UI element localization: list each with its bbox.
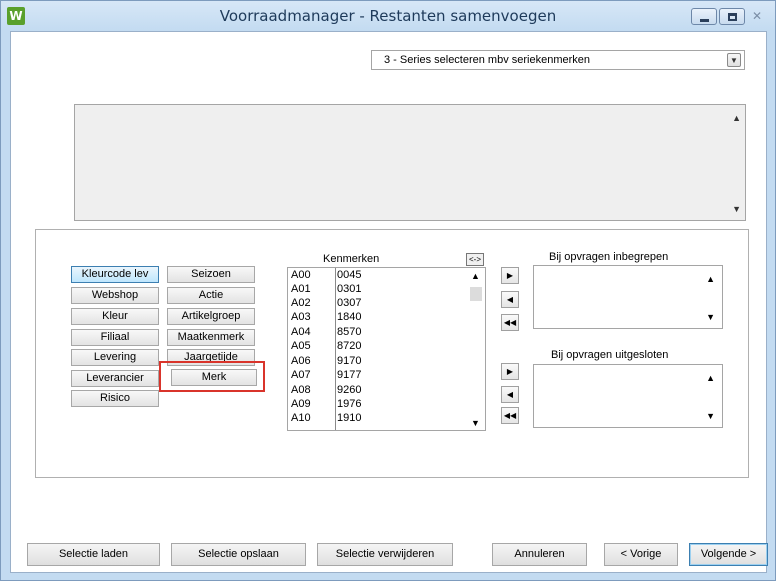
filiaal-button[interactable]: Filiaal (71, 329, 159, 346)
remove-exclude-button[interactable]: ◀ (501, 386, 519, 403)
leverancier-button[interactable]: Leverancier (71, 370, 159, 387)
list-scrollbar[interactable]: ▲ ▼ (468, 268, 485, 430)
remove-all-include-button[interactable]: ◀◀ (501, 314, 519, 331)
main-window: W Voorraadmanager - Restanten samenvoege… (0, 0, 776, 581)
included-title: Bij opvragen inbegrepen (549, 251, 669, 263)
previous-button[interactable]: < Vorige (604, 543, 678, 566)
kleurcode-lev-button[interactable]: Kleurcode lev (71, 266, 159, 283)
arrow-right-icon: ▶ (506, 271, 514, 280)
add-include-button[interactable]: ▶ (501, 267, 519, 284)
actie-button[interactable]: Actie (167, 287, 255, 304)
excluded-title: Bij opvragen uitgesloten (551, 349, 669, 361)
scroll-down-icon[interactable]: ▼ (471, 418, 480, 428)
excluded-list[interactable]: ▲ ▼ (533, 364, 723, 428)
double-arrow-left-icon: ◀◀ (503, 411, 517, 420)
remove-all-exclude-button[interactable]: ◀◀ (501, 407, 519, 424)
next-button[interactable]: Volgende > (689, 543, 768, 566)
chevron-down-icon[interactable]: ▼ (727, 53, 741, 67)
kenmerken-title: Kenmerken (323, 253, 380, 265)
load-selection-button[interactable]: Selectie laden (27, 543, 160, 566)
maximize-icon (728, 13, 737, 21)
artikelgroep-button[interactable]: Artikelgroep (167, 308, 255, 325)
maatkenmerk-button[interactable]: Maatkenmerk (167, 329, 255, 346)
scroll-up-icon[interactable]: ▲ (706, 373, 715, 383)
column-divider (335, 268, 336, 430)
remove-include-button[interactable]: ◀ (501, 291, 519, 308)
scroll-down-icon[interactable]: ▼ (732, 204, 741, 214)
arrow-left-icon: ◀ (506, 295, 514, 304)
close-button[interactable]: ✕ (747, 8, 767, 25)
included-list[interactable]: ▲ ▼ (533, 265, 723, 329)
cancel-button[interactable]: Annuleren (492, 543, 587, 566)
series-select-value: 3 - Series selecteren mbv seriekenmerken (384, 54, 591, 66)
highlight-box (159, 361, 265, 392)
levering-button[interactable]: Levering (71, 349, 159, 366)
kenmerken-list[interactable]: A00 0045 A01 0301 A02 0307 A03 1840 A04 8570 … (287, 267, 486, 431)
arrow-right-icon: ▶ (506, 367, 514, 376)
kleur-button[interactable]: Kleur (71, 308, 159, 325)
minimize-icon (700, 19, 709, 22)
seizoen-button[interactable]: Seizoen (167, 266, 255, 283)
title-bar[interactable]: W Voorraadmanager - Restanten samenvoege… (1, 1, 775, 31)
scroll-down-icon[interactable]: ▼ (706, 312, 715, 322)
scroll-up-icon[interactable]: ▲ (732, 113, 741, 123)
scroll-up-icon[interactable]: ▲ (706, 274, 715, 284)
close-icon: ✕ (751, 9, 763, 23)
scroll-thumb[interactable] (470, 287, 482, 301)
webshop-button[interactable]: Webshop (71, 287, 159, 304)
description-box[interactable]: ▲ ▼ (74, 104, 746, 221)
swap-columns-button[interactable]: <-> (466, 253, 484, 266)
risico-button[interactable]: Risico (71, 390, 159, 407)
scroll-up-icon[interactable]: ▲ (471, 271, 480, 281)
minimize-button[interactable] (691, 8, 717, 25)
add-exclude-button[interactable]: ▶ (501, 363, 519, 380)
series-select[interactable]: 3 - Series selecteren mbv seriekenmerken… (371, 50, 745, 70)
window-title: Voorraadmanager - Restanten samenvoegen (219, 7, 557, 25)
window-controls: ✕ (691, 8, 767, 25)
save-selection-button[interactable]: Selectie opslaan (171, 543, 306, 566)
arrow-left-icon: ◀ (506, 390, 514, 399)
delete-selection-button[interactable]: Selectie verwijderen (317, 543, 453, 566)
double-arrow-left-icon: ◀◀ (503, 318, 517, 327)
maximize-button[interactable] (719, 8, 745, 25)
scroll-down-icon[interactable]: ▼ (706, 411, 715, 421)
